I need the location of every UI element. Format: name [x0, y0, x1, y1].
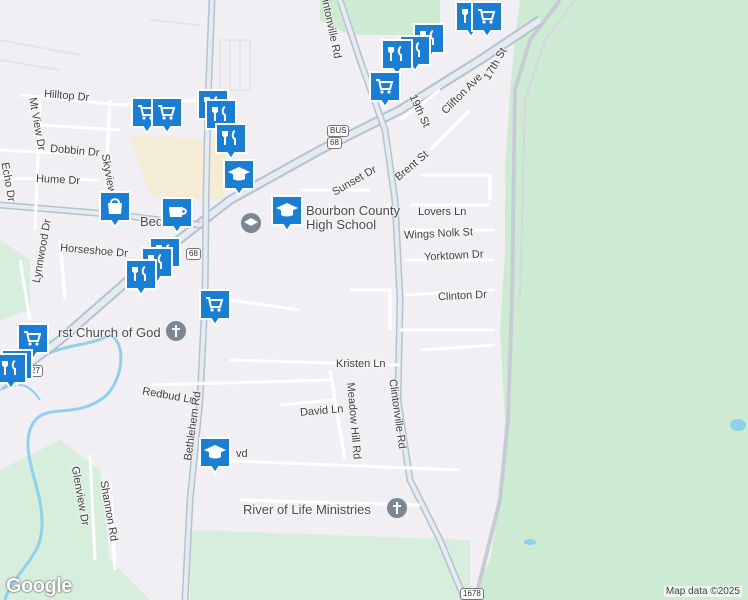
place-label-school-name-2[interactable]: High School	[306, 217, 376, 232]
place-label-church[interactable]: rst Church of God	[58, 325, 161, 340]
shopping-bag-icon[interactable]	[98, 190, 132, 230]
graduation-cap-icon[interactable]	[222, 158, 256, 198]
shopping-cart-icon[interactable]	[368, 70, 402, 110]
google-logo: Google	[6, 575, 72, 597]
map-data-copyright[interactable]: Map data ©2025	[663, 586, 742, 597]
church-icon[interactable]	[165, 320, 187, 342]
graduation-cap-icon[interactable]	[198, 436, 232, 476]
graduation-cap-icon[interactable]	[270, 194, 304, 234]
street-label-kristen-ln: Kristen Ln	[336, 358, 386, 370]
place-label-ministries[interactable]: River of Life Ministries	[243, 502, 371, 517]
route-shield-1678: 1678	[460, 588, 484, 600]
school-place-icon[interactable]	[240, 212, 262, 234]
street-label-blvd: vd	[236, 448, 248, 460]
shopping-cart-icon[interactable]	[198, 288, 232, 328]
fork-knife-icon[interactable]	[0, 352, 28, 392]
fork-knife-icon[interactable]	[214, 122, 248, 162]
street-label-lovers-ln: Lovers Ln	[418, 206, 467, 218]
street-label-clinton-dr: Clinton Dr	[437, 288, 488, 304]
street-label-hume-dr: Hume Dr	[35, 172, 81, 188]
coffee-cup-icon[interactable]	[160, 196, 194, 236]
church-icon[interactable]	[386, 497, 408, 519]
route-shield-bus-label: BUS	[327, 125, 350, 137]
route-shield-us68-left: 68	[186, 248, 201, 260]
shopping-cart-icon[interactable]	[150, 96, 184, 136]
fork-knife-icon[interactable]	[124, 258, 158, 298]
shopping-cart-icon[interactable]	[470, 0, 504, 40]
place-label-school-name[interactable]: Bourbon County	[306, 203, 400, 218]
map-canvas[interactable]: Hilltop Dr Mt View Dr Dobbin Dr Skyview …	[0, 0, 748, 600]
route-shield-us68: 68	[327, 137, 342, 149]
